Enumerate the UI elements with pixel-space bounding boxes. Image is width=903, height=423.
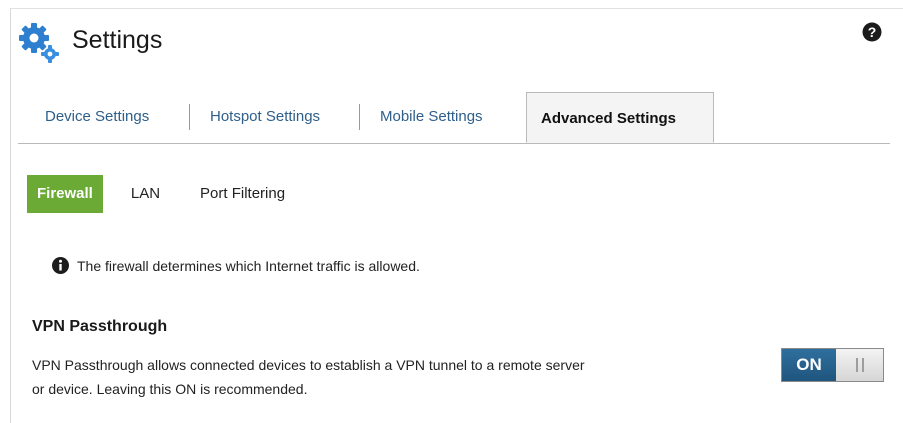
vpn-passthrough-title: VPN Passthrough xyxy=(32,318,168,335)
svg-text:?: ? xyxy=(868,24,877,40)
subtab-port-filtering[interactable]: Port Filtering xyxy=(200,175,285,213)
tab-divider xyxy=(189,104,190,130)
help-icon[interactable]: ? xyxy=(862,22,882,42)
tab-advanced-settings[interactable]: Advanced Settings xyxy=(526,92,714,143)
info-text: The firewall determines which Internet t… xyxy=(77,257,420,274)
gears-icon xyxy=(16,20,62,64)
toggle-grip-icon xyxy=(855,358,864,372)
tab-divider xyxy=(359,104,360,130)
page-title: Settings xyxy=(72,25,163,54)
vpn-description-line: VPN Passthrough allows connected devices… xyxy=(32,357,585,373)
subtab-lan[interactable]: LAN xyxy=(131,175,160,213)
info-message: The firewall determines which Internet t… xyxy=(52,257,420,274)
info-icon xyxy=(52,257,69,274)
settings-tabs: Device Settings Hotspot Settings Mobile … xyxy=(18,92,890,144)
tab-mobile-settings[interactable]: Mobile Settings xyxy=(380,102,483,132)
vpn-passthrough-toggle[interactable]: ON xyxy=(781,348,884,382)
toggle-on-label: ON xyxy=(782,349,836,381)
tab-hotspot-settings[interactable]: Hotspot Settings xyxy=(210,102,320,132)
vpn-description-line: or device. Leaving this ON is recommende… xyxy=(32,381,308,397)
tab-device-settings[interactable]: Device Settings xyxy=(45,102,149,132)
page-header: Settings xyxy=(16,20,162,64)
vpn-passthrough-description: VPN Passthrough allows connected devices… xyxy=(32,353,762,401)
advanced-subtabs: Firewall LAN Port Filtering xyxy=(27,175,285,213)
subtab-firewall[interactable]: Firewall xyxy=(27,175,103,213)
toggle-handle xyxy=(836,349,883,381)
